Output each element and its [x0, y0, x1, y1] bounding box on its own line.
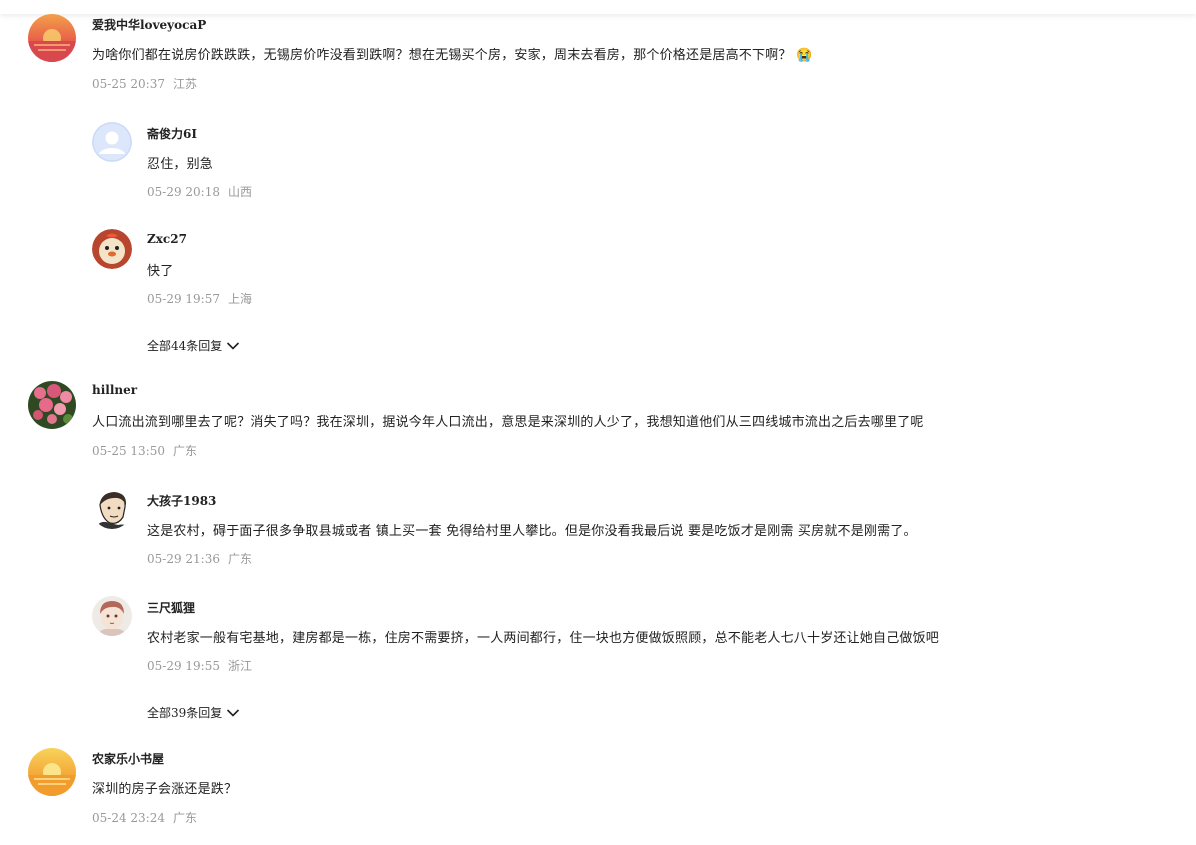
comment-text: 深圳的房子会涨还是跌？ [92, 782, 238, 797]
reply-location: 浙江 [228, 659, 253, 673]
comment-location: 江苏 [173, 77, 198, 91]
reply-time: 05-29 19:55 [147, 659, 220, 673]
reply-username[interactable]: 大孩子1983 [147, 492, 216, 509]
reply-item: 三尺狐狸 农村老家一般有宅基地，建房都是一栋，住房不需要挤，一人两间都行，住一块… [92, 596, 1092, 676]
comment-text: 人口流出流到哪里去了呢？消失了吗？我在深圳，据说今年人口流出，意思是来深圳的人少… [92, 415, 924, 430]
view-all-replies-button[interactable]: 全部39条回复 [147, 704, 240, 721]
comment-location: 广东 [173, 444, 198, 458]
comment-meta: 05-25 13:50 广东 [92, 442, 197, 459]
chevron-down-icon [227, 708, 240, 717]
default-user-avatar-icon[interactable] [92, 122, 132, 162]
comment-text: 为啥你们都在说房价跌跌跌，无锡房价咋没看到跌啊？想在无锡买个房，安家，周末去看房… [92, 44, 812, 63]
comment-meta: 05-25 20:37 江苏 [92, 75, 197, 92]
sunset-avatar-icon[interactable] [28, 14, 76, 62]
reply-username[interactable]: 三尺狐狸 [147, 599, 195, 616]
reply-text: 忍住，别急 [147, 157, 214, 172]
sketch-man-avatar-icon[interactable] [92, 489, 132, 529]
comment-item: 农家乐小书屋 深圳的房子会涨还是跌？ 05-24 23:24 广东 [28, 748, 1128, 838]
reply-meta: 05-29 20:18 山西 [147, 183, 252, 200]
reply-meta: 05-29 21:36 广东 [147, 550, 252, 567]
comment-text-body: 为啥你们都在说房价跌跌跌，无锡房价咋没看到跌啊？想在无锡买个房，安家，周末去看房… [92, 48, 792, 63]
reply-meta: 05-29 19:57 上海 [147, 290, 252, 307]
reply-username[interactable]: 斋俊力6I [147, 125, 197, 142]
sunset-avatar-icon[interactable] [28, 748, 76, 796]
reply-time: 05-29 19:57 [147, 292, 220, 306]
anime-boy-avatar-icon[interactable] [92, 596, 132, 636]
comment-username[interactable]: hillner [92, 383, 137, 397]
cartoon-chick-avatar-icon[interactable] [92, 229, 132, 269]
view-all-replies-label: 全部44条回复 [147, 339, 223, 353]
view-all-replies-button[interactable]: 全部44条回复 [147, 337, 240, 354]
reply-item: 斋俊力6I 忍住，别急 05-29 20:18 山西 [92, 122, 992, 202]
reply-meta: 05-29 19:55 浙江 [147, 657, 252, 674]
reply-text: 快了 [147, 264, 174, 279]
comment-username[interactable]: 爱我中华loveyocaP [92, 16, 206, 33]
reply-text: 这是农村，碍于面子很多争取县城或者 镇上买一套 免得给村里人攀比。但是你没看我最… [147, 524, 917, 539]
comment-item: 爱我中华loveyocaP 为啥你们都在说房价跌跌跌，无锡房价咋没看到跌啊？想在… [28, 14, 1128, 104]
comment-location: 广东 [173, 811, 198, 825]
reply-location: 上海 [228, 292, 253, 306]
reply-item: 大孩子1983 这是农村，碍于面子很多争取县城或者 镇上买一套 免得给村里人攀比… [92, 489, 1092, 569]
comment-username[interactable]: 农家乐小书屋 [92, 750, 164, 767]
reply-time: 05-29 20:18 [147, 185, 220, 199]
reply-location: 山西 [228, 185, 253, 199]
comment-meta: 05-24 23:24 广东 [92, 809, 197, 826]
reply-location: 广东 [228, 552, 253, 566]
top-bar [0, 0, 1196, 14]
crying-emoji-icon: 😭 [795, 48, 813, 63]
reply-item: Zxc27 快了 05-29 19:57 上海 [92, 229, 992, 309]
view-all-replies-label: 全部39条回复 [147, 706, 223, 720]
reply-text: 农村老家一般有宅基地，建房都是一栋，住房不需要挤，一人两间都行，住一块也方便做饭… [147, 631, 940, 646]
comment-item: hillner 人口流出流到哪里去了呢？消失了吗？我在深圳，据说今年人口流出，意… [28, 381, 1128, 471]
reply-time: 05-29 21:36 [147, 552, 220, 566]
flower-avatar-icon[interactable] [28, 381, 76, 429]
comment-time: 05-25 20:37 [92, 77, 165, 91]
reply-username[interactable]: Zxc27 [147, 232, 187, 246]
comment-time: 05-24 23:24 [92, 811, 165, 825]
chevron-down-icon [227, 341, 240, 350]
comment-time: 05-25 13:50 [92, 444, 165, 458]
